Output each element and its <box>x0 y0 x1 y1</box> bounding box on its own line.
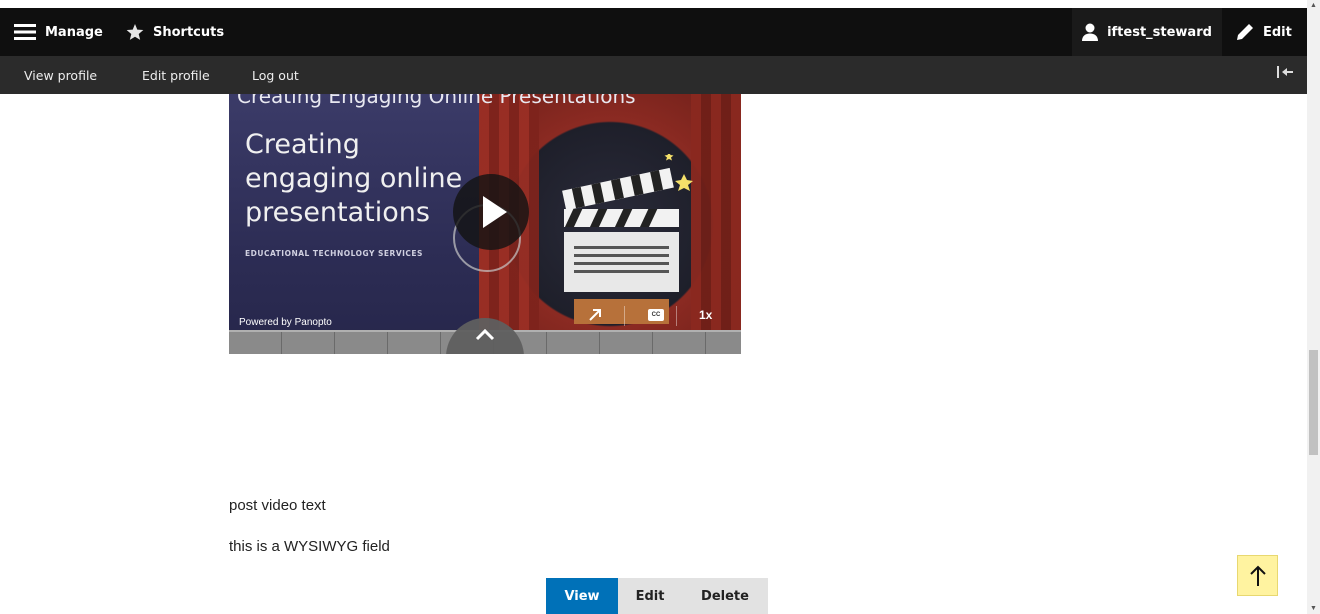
video-title: Creating Engaging Online Presentations <box>237 94 636 108</box>
play-icon <box>483 196 507 228</box>
user-menu-button[interactable]: iftest_steward <box>1072 8 1222 56</box>
powered-by-label: Powered by Panopto <box>239 317 332 328</box>
tab-edit[interactable]: Edit <box>618 578 682 614</box>
back-to-top-button[interactable] <box>1237 555 1278 596</box>
post-video-text: post video text <box>229 497 326 514</box>
username-label: iftest_steward <box>1107 24 1212 40</box>
control-divider <box>624 306 625 326</box>
shortcuts-label: Shortcuts <box>153 24 225 40</box>
vertical-scrollbar[interactable]: ▲ ▼ <box>1307 0 1320 614</box>
manage-label: Manage <box>45 24 103 40</box>
closed-captions-button[interactable]: CC <box>648 309 664 321</box>
user-icon <box>1082 23 1099 41</box>
local-tasks-tabs: View Edit Delete <box>546 578 768 614</box>
admin-toolbar: Manage Shortcuts iftest_steward Edit <box>0 8 1307 56</box>
tab-view[interactable]: View <box>546 578 618 614</box>
scroll-up-arrow-icon[interactable]: ▲ <box>1310 2 1317 9</box>
edit-profile-link[interactable]: Edit profile <box>142 56 210 94</box>
shortcuts-button[interactable]: Shortcuts <box>126 8 224 56</box>
slide-title: Creating engaging online presentations <box>245 129 463 228</box>
scroll-down-arrow-icon[interactable]: ▼ <box>1310 605 1317 612</box>
toolbar-tray: View profile Edit profile Log out <box>0 56 1307 94</box>
scrollbar-thumb[interactable] <box>1309 350 1318 455</box>
slide-subtitle: EDUCATIONAL TECHNOLOGY SERVICES <box>245 249 423 258</box>
pencil-icon <box>1237 24 1253 40</box>
arrow-up-icon <box>1249 565 1266 586</box>
chevron-up-icon <box>475 328 495 341</box>
panopto-video-player[interactable]: Creating Engaging Online Presentations C… <box>229 94 741 354</box>
open-new-window-icon[interactable] <box>587 307 603 326</box>
control-divider <box>676 306 677 326</box>
play-button[interactable] <box>453 174 529 250</box>
clapperboard-icon <box>562 154 693 324</box>
edit-label: Edit <box>1263 24 1292 40</box>
hamburger-icon <box>14 24 36 40</box>
tab-delete[interactable]: Delete <box>682 578 768 614</box>
manage-menu-button[interactable]: Manage <box>14 8 103 56</box>
log-out-link[interactable]: Log out <box>252 56 299 94</box>
wysiwyg-text: this is a WYSIWYG field <box>229 538 390 555</box>
view-profile-link[interactable]: View profile <box>24 56 97 94</box>
star-icon <box>126 23 144 40</box>
playback-speed-button[interactable]: 1x <box>699 308 712 322</box>
edit-mode-button[interactable]: Edit <box>1236 8 1292 56</box>
collapse-tray-icon[interactable] <box>1277 66 1293 82</box>
